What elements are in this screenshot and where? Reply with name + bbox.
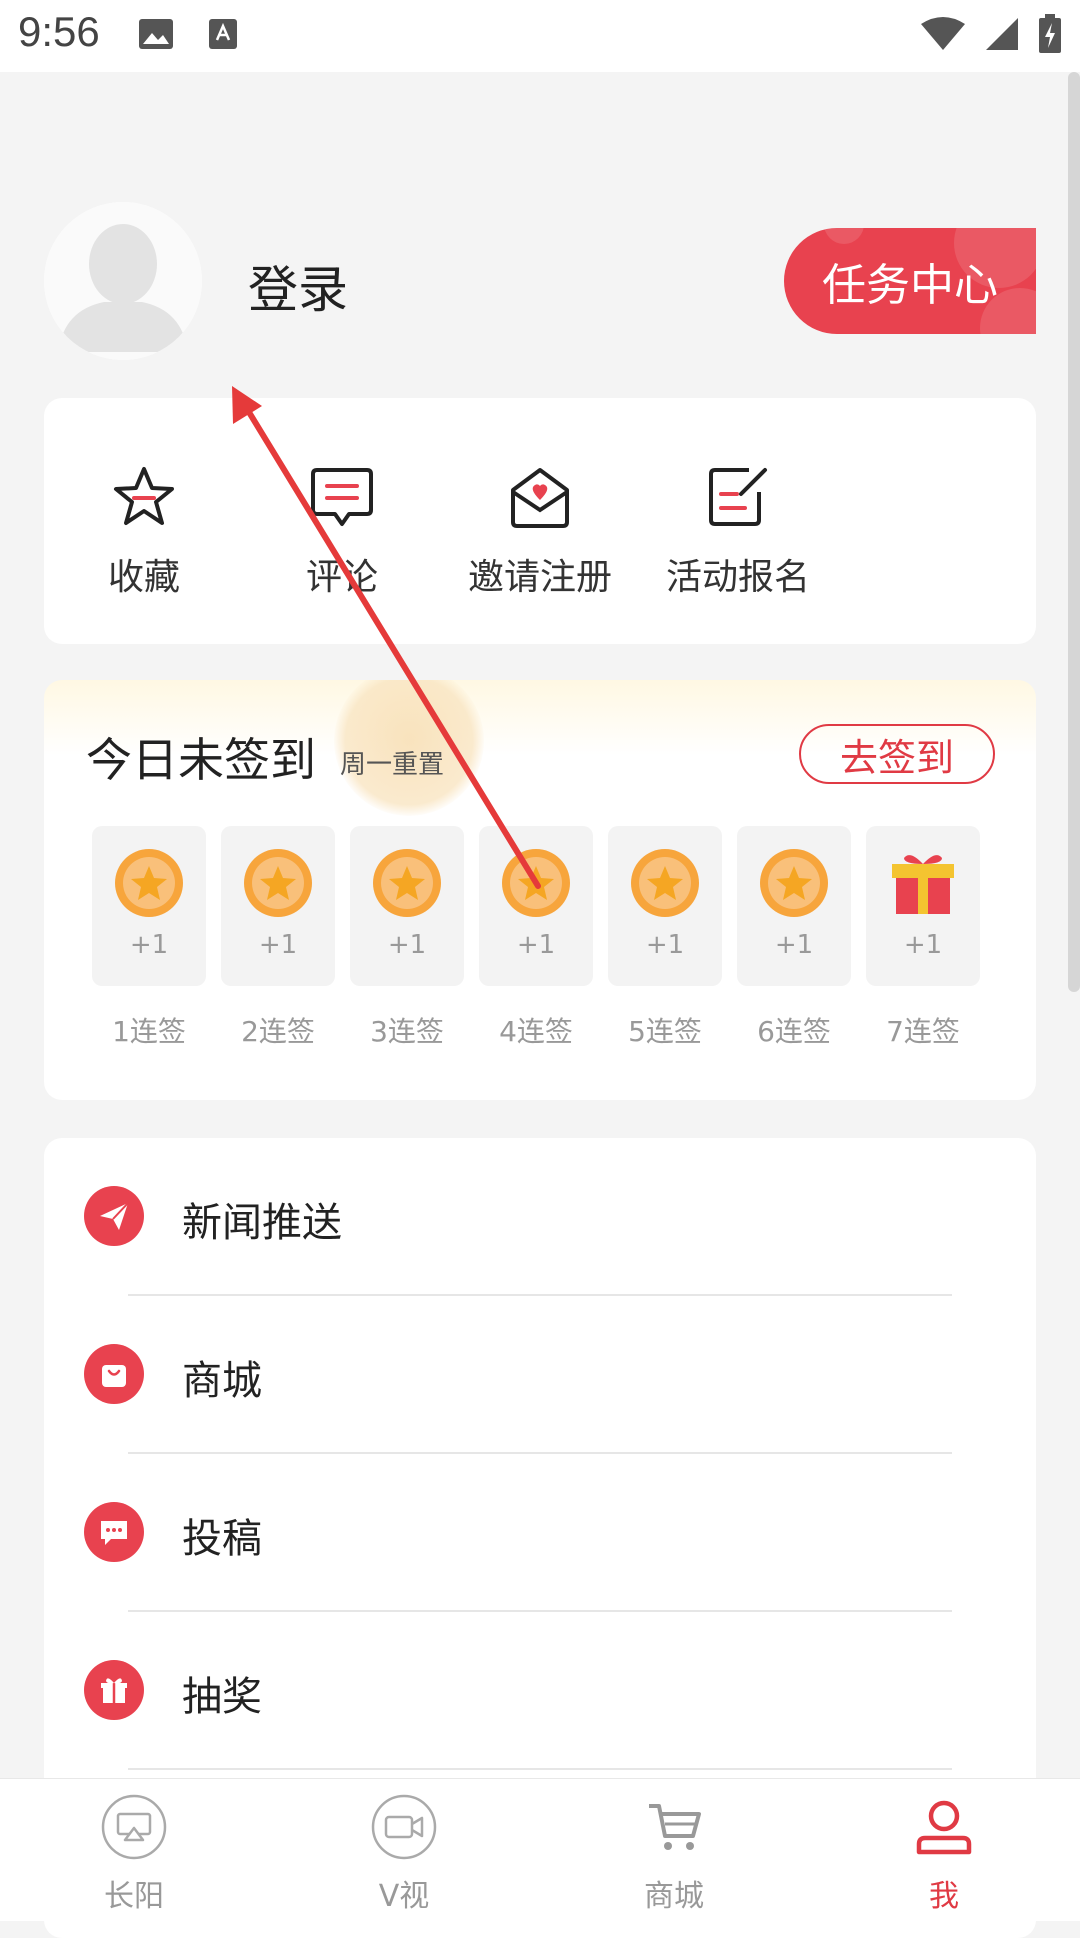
sign-in-day-3: +1 bbox=[350, 826, 464, 986]
signup-icon bbox=[705, 464, 771, 534]
sign-in-day-2: +1 bbox=[221, 826, 335, 986]
menu-item-label: 新闻推送 bbox=[182, 1200, 342, 1246]
menu-item-lottery[interactable]: 抽奖 bbox=[44, 1612, 1036, 1770]
gift-icon bbox=[84, 1660, 144, 1720]
quick-action-label: 评论 bbox=[305, 557, 378, 598]
coin-icon bbox=[372, 848, 442, 918]
task-center-button[interactable]: 任务中心 bbox=[784, 228, 1036, 334]
nav-tab-me[interactable]: 我 bbox=[864, 1795, 1024, 1915]
sign-in-day-label: 4连签 bbox=[499, 1015, 573, 1048]
sign-in-button[interactable]: 去签到 bbox=[799, 724, 995, 784]
sign-in-day-label: 2连签 bbox=[241, 1015, 315, 1048]
nav-tab-label: 商城 bbox=[644, 1879, 704, 1914]
coin-icon bbox=[759, 848, 829, 918]
sign-in-status-title: 今日未签到 bbox=[86, 733, 316, 787]
scrollbar[interactable] bbox=[1068, 72, 1080, 992]
menu-item-label: 投稿 bbox=[182, 1516, 262, 1562]
coin-icon bbox=[243, 848, 313, 918]
quick-action-comments[interactable]: 评论 bbox=[242, 464, 442, 600]
quick-action-favorites[interactable]: 收藏 bbox=[44, 464, 244, 600]
quick-actions-card: 收藏 评论 邀请注册 活动报名 bbox=[44, 398, 1036, 644]
divider bbox=[128, 1768, 952, 1770]
sign-in-day-label: 6连签 bbox=[757, 1015, 831, 1048]
menu-item-submission[interactable]: 投稿 bbox=[44, 1454, 1036, 1612]
comment-icon bbox=[309, 464, 375, 534]
sign-in-day-label: 3连签 bbox=[370, 1015, 444, 1048]
nav-tab-label: 长阳 bbox=[104, 1879, 164, 1914]
nav-tab-changyang[interactable]: 长阳 bbox=[54, 1794, 214, 1915]
nav-tab-label: 我 bbox=[929, 1879, 959, 1914]
airplay-icon bbox=[101, 1794, 167, 1864]
nav-tab-mall[interactable]: 商城 bbox=[594, 1795, 754, 1915]
login-link[interactable]: 登录 bbox=[248, 250, 348, 322]
avatar[interactable] bbox=[44, 202, 202, 360]
status-time: 9:56 bbox=[18, 8, 100, 55]
coin-icon bbox=[630, 848, 700, 918]
video-icon bbox=[371, 1794, 437, 1864]
cart-icon bbox=[641, 1794, 707, 1864]
sign-in-day-label: 1连签 bbox=[112, 1015, 186, 1048]
nav-tab-label: V视 bbox=[378, 1879, 430, 1914]
sign-in-reward: +1 bbox=[516, 930, 556, 960]
menu-item-label: 商城 bbox=[182, 1358, 262, 1404]
sign-in-reward: +1 bbox=[387, 930, 427, 960]
battery-icon bbox=[1038, 14, 1062, 58]
image-notification-icon bbox=[138, 18, 174, 54]
menu-item-mall[interactable]: 商城 bbox=[44, 1296, 1036, 1454]
task-center-label: 任务中心 bbox=[822, 260, 998, 311]
quick-action-label: 活动报名 bbox=[665, 557, 810, 598]
sign-in-day-5: +1 bbox=[608, 826, 722, 986]
nav-tab-v-video[interactable]: V视 bbox=[324, 1794, 484, 1915]
sign-in-reward: +1 bbox=[258, 930, 298, 960]
quick-action-label: 邀请注册 bbox=[467, 557, 612, 598]
coin-icon bbox=[114, 848, 184, 918]
sign-in-reward: +1 bbox=[129, 930, 169, 960]
bottom-navigation: 长阳 V视 商城 我 bbox=[0, 1778, 1080, 1921]
coin-icon bbox=[501, 848, 571, 918]
shopping-bag-icon bbox=[84, 1344, 144, 1404]
sign-in-day-label: 5连签 bbox=[628, 1015, 702, 1048]
text-notification-icon bbox=[208, 18, 238, 54]
invite-icon bbox=[507, 464, 573, 534]
sign-in-reset-note: 周一重置 bbox=[340, 750, 445, 780]
sign-in-day-6: +1 bbox=[737, 826, 851, 986]
paper-plane-icon bbox=[84, 1186, 144, 1246]
sign-in-day-label: 7连签 bbox=[886, 1015, 960, 1048]
quick-action-invite[interactable]: 邀请注册 bbox=[440, 464, 640, 600]
quick-action-event-signup[interactable]: 活动报名 bbox=[638, 464, 838, 600]
status-bar: 9:56 bbox=[0, 0, 1080, 72]
sign-in-reward: +1 bbox=[645, 930, 685, 960]
user-icon bbox=[911, 1794, 977, 1864]
menu-item-news-push[interactable]: 新闻推送 bbox=[44, 1138, 1036, 1296]
sign-in-reward: +1 bbox=[774, 930, 814, 960]
sign-in-day-1: +1 bbox=[92, 826, 206, 986]
quick-action-label: 收藏 bbox=[107, 557, 180, 598]
gift-icon bbox=[888, 848, 958, 918]
menu-item-label: 抽奖 bbox=[182, 1674, 262, 1720]
sign-in-card: 今日未签到 周一重置 去签到 +1 1连签 +1 2连签 +1 3连签 +1 4连签 +1 5连签… bbox=[44, 680, 1036, 1100]
sign-in-day-7: +1 bbox=[866, 826, 980, 986]
cell-signal-icon bbox=[984, 16, 1020, 56]
star-icon bbox=[111, 464, 177, 534]
sign-in-day-4: +1 bbox=[479, 826, 593, 986]
sign-in-reward: +1 bbox=[903, 930, 943, 960]
message-icon bbox=[84, 1502, 144, 1562]
wifi-icon bbox=[920, 16, 966, 56]
